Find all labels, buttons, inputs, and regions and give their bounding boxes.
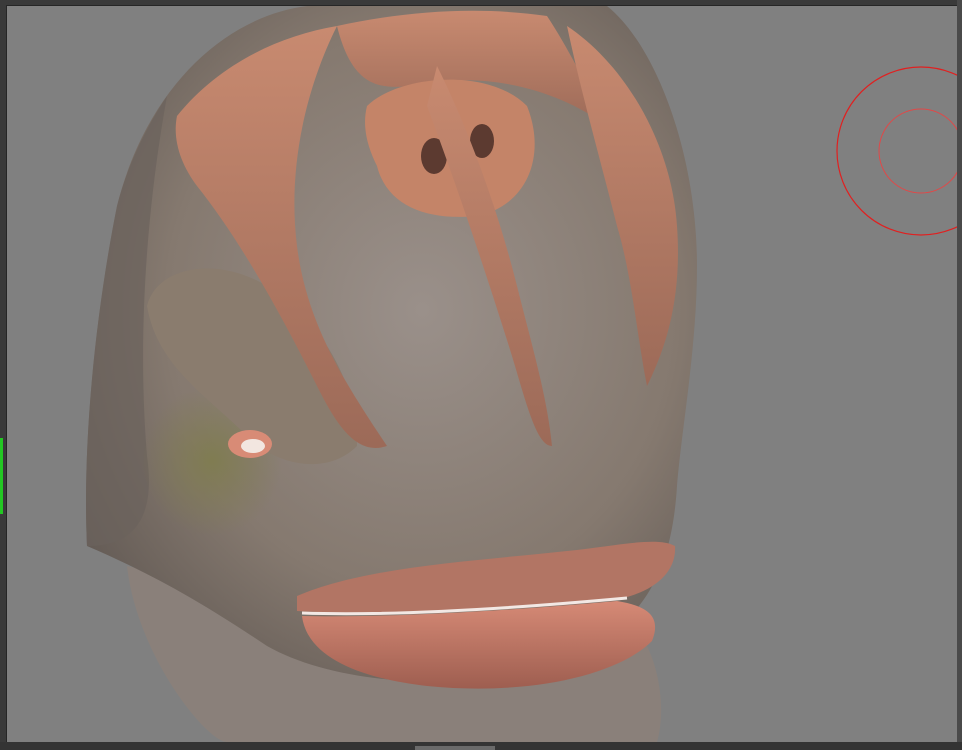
brush-cursor-outer	[836, 66, 957, 236]
viewport-bottom-bar	[0, 742, 962, 750]
model-render	[86, 6, 957, 742]
brush-cursor-inner	[878, 108, 957, 194]
viewport-scrollbar[interactable]	[957, 0, 962, 750]
viewport-frame	[0, 0, 962, 750]
bottom-drag-handle[interactable]	[415, 746, 495, 750]
selection-indicator	[0, 438, 3, 514]
3d-viewport[interactable]	[6, 5, 958, 743]
